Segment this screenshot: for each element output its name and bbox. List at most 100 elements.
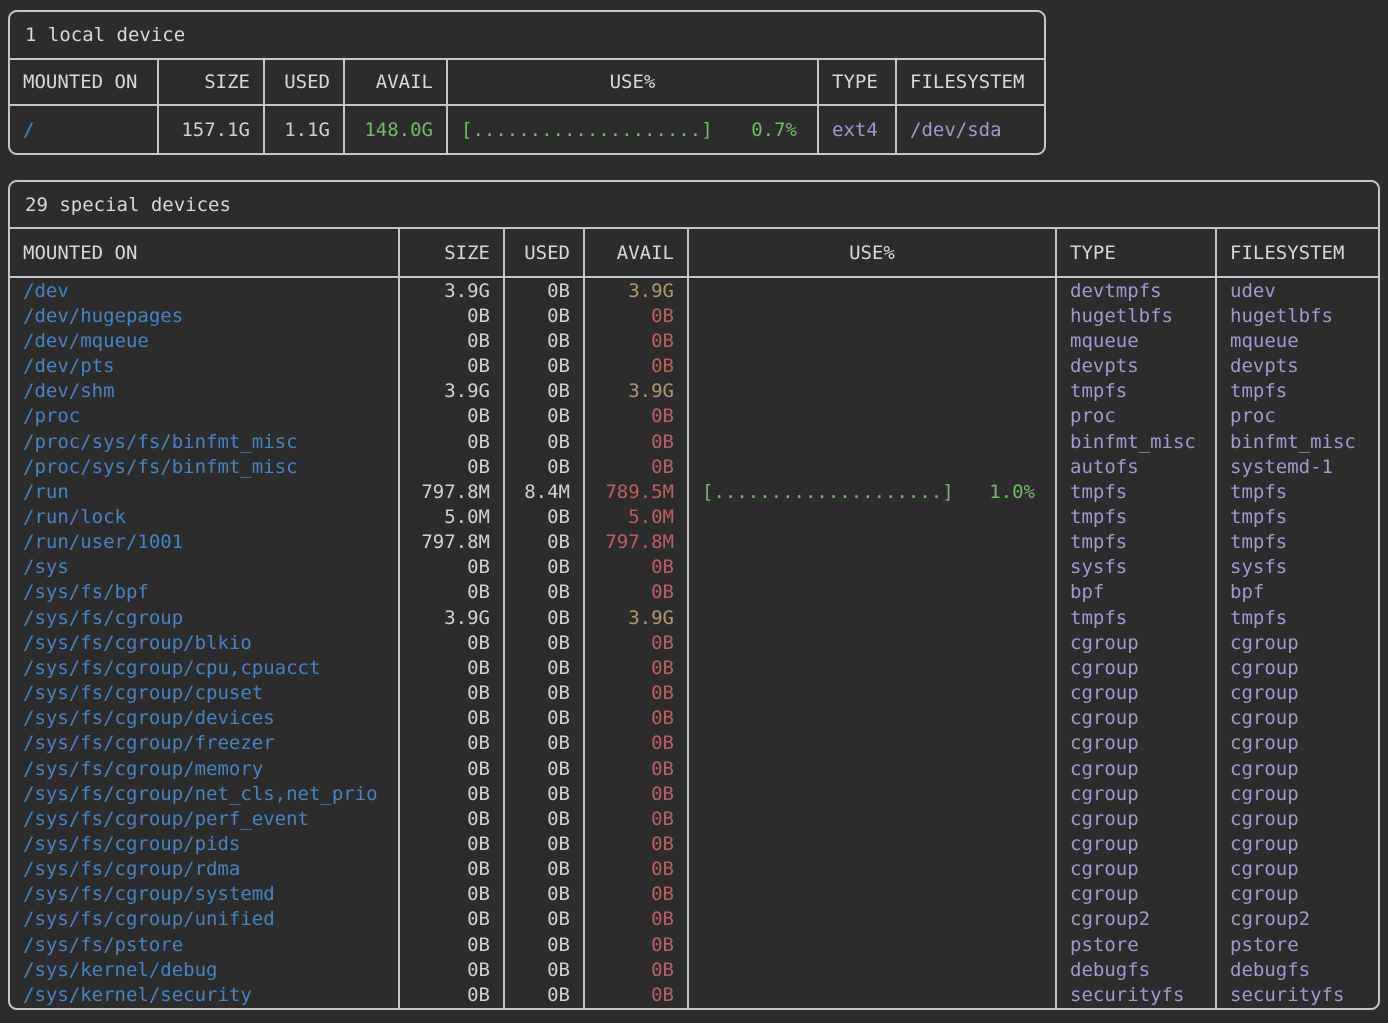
table-row: /proc/sys/fs/binfmt_misc0B0B0Bautofssyst…: [10, 454, 1378, 479]
usage-cell: [687, 681, 1055, 706]
filesystem-cell: cgroup: [1215, 681, 1378, 706]
size-cell: 0B: [398, 882, 503, 907]
filesystem-cell: proc: [1215, 404, 1378, 429]
special-devices-table: 29 special devices MOUNTED ON SIZE USED …: [8, 180, 1380, 1010]
avail-cell: 0B: [583, 429, 687, 454]
size-cell: 0B: [398, 630, 503, 655]
column-header-use-percent: USE%: [446, 60, 817, 104]
type-cell: proc: [1055, 404, 1215, 429]
filesystem-cell: securityfs: [1215, 982, 1378, 1007]
avail-cell: 0B: [583, 781, 687, 806]
table-row: /sys/fs/pstore0B0B0Bpstorepstore: [10, 932, 1378, 957]
size-cell: 0B: [398, 580, 503, 605]
type-cell: tmpfs: [1055, 504, 1215, 529]
special-devices-title: 29 special devices: [10, 182, 1378, 229]
type-cell: autofs: [1055, 454, 1215, 479]
table-row: /sys/fs/cgroup/unified0B0B0Bcgroup2cgrou…: [10, 907, 1378, 932]
size-cell: 0B: [398, 731, 503, 756]
size-cell: 0B: [398, 932, 503, 957]
type-cell: tmpfs: [1055, 605, 1215, 630]
column-header-used: USED: [503, 229, 583, 276]
mount-cell: /sys/fs/pstore: [10, 932, 398, 957]
used-cell: 0B: [503, 932, 583, 957]
size-cell: 0B: [398, 907, 503, 932]
table-row: /sys/fs/cgroup/freezer0B0B0Bcgroupcgroup: [10, 731, 1378, 756]
mount-cell: /dev/mqueue: [10, 328, 398, 353]
type-cell: devpts: [1055, 353, 1215, 378]
mount-cell: /sys/fs/cgroup/memory: [10, 756, 398, 781]
used-cell: 0B: [503, 806, 583, 831]
size-cell: 0B: [398, 429, 503, 454]
type-cell: binfmt_misc: [1055, 429, 1215, 454]
type-cell: debugfs: [1055, 957, 1215, 982]
usage-cell: [687, 278, 1055, 303]
usage-cell: [687, 328, 1055, 353]
table-row: /sys/kernel/security0B0B0Bsecurityfssecu…: [10, 982, 1378, 1007]
avail-cell: 0B: [583, 580, 687, 605]
used-cell: 0B: [503, 454, 583, 479]
table-row: /157.1G1.1G148.0G[....................]0…: [10, 106, 1044, 153]
used-cell: 0B: [503, 379, 583, 404]
column-header-type: TYPE: [817, 60, 895, 104]
mount-cell: /sys/fs/cgroup/unified: [10, 907, 398, 932]
type-cell: tmpfs: [1055, 379, 1215, 404]
type-cell: cgroup: [1055, 630, 1215, 655]
table-row: /sys/fs/bpf0B0B0Bbpfbpf: [10, 580, 1378, 605]
table-row: /run/lock5.0M0B5.0Mtmpfstmpfs: [10, 504, 1378, 529]
usage-cell: [....................]1.0%: [687, 479, 1055, 504]
usage-cell: [687, 932, 1055, 957]
filesystem-cell: pstore: [1215, 932, 1378, 957]
table-row: /run/user/1001797.8M0B797.8Mtmpfstmpfs: [10, 530, 1378, 555]
usage-cell: [687, 530, 1055, 555]
usage-cell: [687, 353, 1055, 378]
special-devices-body: /dev3.9G0B3.9Gdevtmpfsudev/dev/hugepages…: [10, 278, 1378, 1008]
filesystem-cell: binfmt_misc: [1215, 429, 1378, 454]
size-cell: 797.8M: [398, 530, 503, 555]
size-cell: 3.9G: [398, 605, 503, 630]
size-cell: 0B: [398, 404, 503, 429]
filesystem-cell: cgroup: [1215, 756, 1378, 781]
filesystem-cell: cgroup: [1215, 806, 1378, 831]
usage-percent: 0.7%: [751, 119, 797, 141]
type-cell: cgroup: [1055, 831, 1215, 856]
mount-cell: /run/lock: [10, 504, 398, 529]
size-cell: 0B: [398, 806, 503, 831]
filesystem-cell: cgroup: [1215, 781, 1378, 806]
avail-cell: 0B: [583, 630, 687, 655]
table-row: /sys/fs/cgroup/systemd0B0B0Bcgroupcgroup: [10, 882, 1378, 907]
avail-cell: 0B: [583, 303, 687, 328]
table-row: /dev/hugepages0B0B0Bhugetlbfshugetlbfs: [10, 303, 1378, 328]
size-cell: 0B: [398, 555, 503, 580]
usage-bar: [....................]: [461, 119, 713, 141]
local-devices-title: 1 local device: [10, 12, 1044, 60]
table-row: /sys/fs/cgroup/devices0B0B0Bcgroupcgroup: [10, 706, 1378, 731]
table-row: /sys/fs/cgroup/pids0B0B0Bcgroupcgroup: [10, 831, 1378, 856]
used-cell: 0B: [503, 655, 583, 680]
used-cell: 0B: [503, 555, 583, 580]
usage-cell: [687, 982, 1055, 1007]
avail-cell: 0B: [583, 806, 687, 831]
filesystem-cell: tmpfs: [1215, 530, 1378, 555]
usage-cell: [687, 404, 1055, 429]
size-cell: 157.1G: [157, 106, 263, 153]
mount-cell: /sys: [10, 555, 398, 580]
avail-cell: 0B: [583, 907, 687, 932]
avail-cell: 3.9G: [583, 605, 687, 630]
used-cell: 0B: [503, 328, 583, 353]
size-cell: 0B: [398, 982, 503, 1007]
filesystem-cell: /dev/sda: [895, 106, 1044, 153]
type-cell: pstore: [1055, 932, 1215, 957]
table-row: /proc0B0B0Bprocproc: [10, 404, 1378, 429]
usage-cell: [....................] 0.7%: [446, 106, 817, 153]
filesystem-cell: tmpfs: [1215, 504, 1378, 529]
type-cell: bpf: [1055, 580, 1215, 605]
used-cell: 0B: [503, 907, 583, 932]
usage-bar: [....................]: [702, 481, 954, 503]
column-header-used: USED: [263, 60, 343, 104]
filesystem-cell: cgroup: [1215, 731, 1378, 756]
type-cell: cgroup: [1055, 882, 1215, 907]
column-header-filesystem: FILESYSTEM: [895, 60, 1044, 104]
usage-cell: [687, 731, 1055, 756]
column-header-mounted-on: MOUNTED ON: [10, 60, 157, 104]
table-row: /sys/fs/cgroup3.9G0B3.9Gtmpfstmpfs: [10, 605, 1378, 630]
